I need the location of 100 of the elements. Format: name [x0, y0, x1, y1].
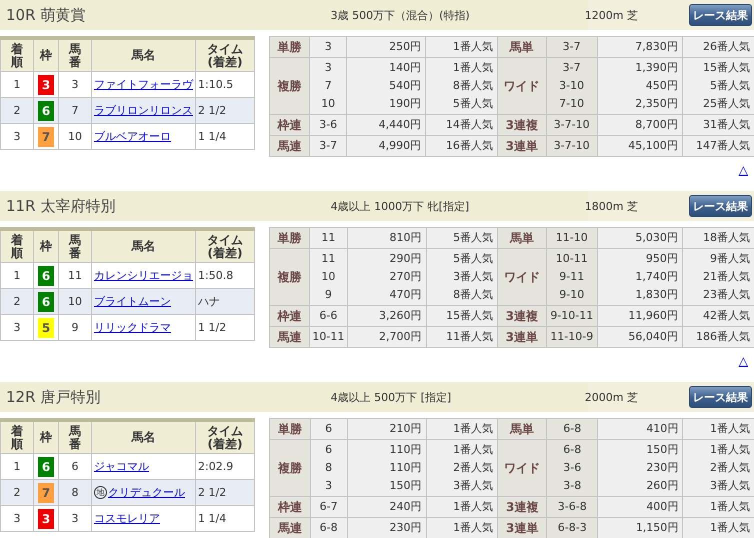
column-header: 馬番 [58, 229, 92, 262]
popularity-rank: 5番人気 [452, 230, 494, 246]
back-to-top-link[interactable]: △ [738, 163, 748, 177]
popularity-rank: 21番人気 [702, 269, 750, 285]
combination: 9-11 [558, 269, 586, 285]
combination: 10 [320, 96, 336, 112]
frame-number-badge: 7 [38, 126, 54, 146]
combination: 6 [324, 442, 334, 458]
combination: 3-7 [562, 39, 582, 55]
combination: 3-7-10 [552, 117, 591, 133]
popularity-rank: 1番人気 [452, 520, 494, 536]
combination: 3-7 [562, 60, 582, 76]
table-cell: 7 [58, 98, 92, 124]
payout-amount: 45,100円 [627, 138, 678, 154]
combination: 3-7-10 [552, 138, 591, 154]
table-cell: 1 1/4 [196, 124, 254, 150]
bet-type-label: 枠連 [270, 114, 310, 136]
payout-amount: 810円 [388, 230, 422, 246]
popularity-rank: 5番人気 [452, 96, 493, 112]
popularity-rank: 8番人気 [452, 287, 494, 303]
popularity-rank: 9番人気 [709, 251, 750, 267]
race-result-button[interactable]: レース結果 [689, 195, 752, 217]
race-course: 1200m 芝 [584, 8, 639, 22]
frame-number-badge: 6 [38, 266, 54, 286]
column-header: 枠 [34, 38, 58, 72]
table-cell: 1 1/2 [196, 314, 254, 340]
bet-type-label: 単勝 [270, 418, 310, 440]
popularity-rank: 23番人気 [702, 287, 750, 303]
bet-type-label: ワイド [498, 248, 546, 306]
popularity-rank: 2番人気 [452, 460, 494, 476]
combination: 6-7 [318, 499, 339, 515]
combination: 6-8-3 [556, 520, 588, 536]
horse-name-link[interactable]: クリデュクール [108, 486, 185, 499]
popularity-rank: 3番人気 [452, 478, 494, 494]
race-title: 12R 唐戸特別 [5, 388, 102, 406]
race-title: 11R 太宰府特別 [5, 196, 116, 216]
column-header: 馬名 [92, 229, 196, 262]
race-title: 10R 萌黄賞 [5, 6, 86, 24]
popularity-rank: 147番人気 [695, 138, 750, 154]
combination: 7-10 [558, 96, 586, 112]
payout-amount: 2,700円 [378, 329, 422, 345]
race-result-button[interactable]: レース結果 [689, 386, 752, 408]
table-cell: 1 1/4 [196, 506, 254, 532]
payout-amount: 210円 [388, 421, 422, 437]
popularity-rank: 14番人気 [444, 117, 493, 133]
combination: 3-6-8 [556, 499, 588, 515]
combination: 7 [324, 78, 333, 94]
table-cell: 1 [0, 72, 34, 98]
bet-type-label: 3連単 [498, 326, 546, 348]
back-to-top-link[interactable]: △ [738, 354, 748, 368]
bet-type-label: 3連単 [498, 518, 547, 538]
race-conditions: 4歳以上 1000万下 牝[指定] [330, 198, 470, 214]
column-header: タイム(着差) [196, 38, 254, 72]
popularity-rank: 42番人気 [702, 308, 750, 324]
popularity-rank: 15番人気 [702, 60, 750, 76]
popularity-rank: 1番人気 [709, 442, 750, 458]
bet-type-label: 枠連 [270, 496, 310, 518]
popularity-rank: 186番人気 [695, 329, 750, 345]
frame-number-badge: 6 [38, 456, 54, 476]
payout-amount: 150円 [388, 478, 422, 494]
popularity-rank: 3番人気 [709, 478, 750, 494]
table-cell: 2 1/2 [196, 98, 254, 124]
bet-type-label: 複勝 [270, 58, 310, 114]
payout-amount: 230円 [645, 460, 678, 476]
payout-amount: 1,740円 [634, 269, 678, 285]
table-cell: 2 [0, 98, 34, 124]
frame-number-badge: 3 [38, 508, 54, 528]
table-cell: 10 [58, 288, 92, 314]
bet-type-label: 複勝 [270, 248, 310, 306]
bet-type-label: 単勝 [270, 36, 310, 58]
payout-amount: 150円 [645, 442, 678, 458]
table-cell: 2 [0, 288, 34, 314]
bet-type-label: 馬連 [270, 326, 310, 348]
payout-amount: 410円 [645, 421, 678, 437]
combination: 10-11 [554, 251, 589, 267]
combination: 11 [320, 230, 336, 246]
payout-amount: 290円 [388, 251, 422, 267]
popularity-rank: 8番人気 [452, 78, 493, 94]
table-cell: 3 [58, 72, 92, 98]
frame-number-badge: 7 [38, 482, 54, 502]
payout-amount: 230円 [388, 520, 422, 536]
combination: 6-6 [318, 308, 338, 324]
combination: 6-8 [318, 520, 339, 536]
frame-number-badge: 5 [38, 318, 54, 338]
bet-type-label: 馬連 [270, 518, 310, 538]
payout-amount: 7,830円 [634, 39, 678, 55]
popularity-rank: 5番人気 [709, 78, 750, 94]
race-result-button[interactable]: レース結果 [689, 4, 752, 26]
race-course: 2000m 芝 [584, 390, 639, 404]
popularity-rank: 1番人気 [452, 421, 494, 437]
bet-type-label: 3連複 [497, 114, 546, 136]
frame-number-badge: 3 [38, 74, 54, 94]
popularity-rank: 16番人気 [444, 138, 493, 154]
bet-type-label: 馬単 [497, 36, 546, 58]
column-header: 馬番 [58, 38, 92, 72]
payout-amount: 470円 [388, 287, 422, 303]
column-header: 馬名 [92, 38, 196, 72]
payout-amount: 8,700円 [634, 117, 678, 133]
table-cell: 3 [58, 506, 92, 532]
combination: 3 [324, 478, 334, 494]
